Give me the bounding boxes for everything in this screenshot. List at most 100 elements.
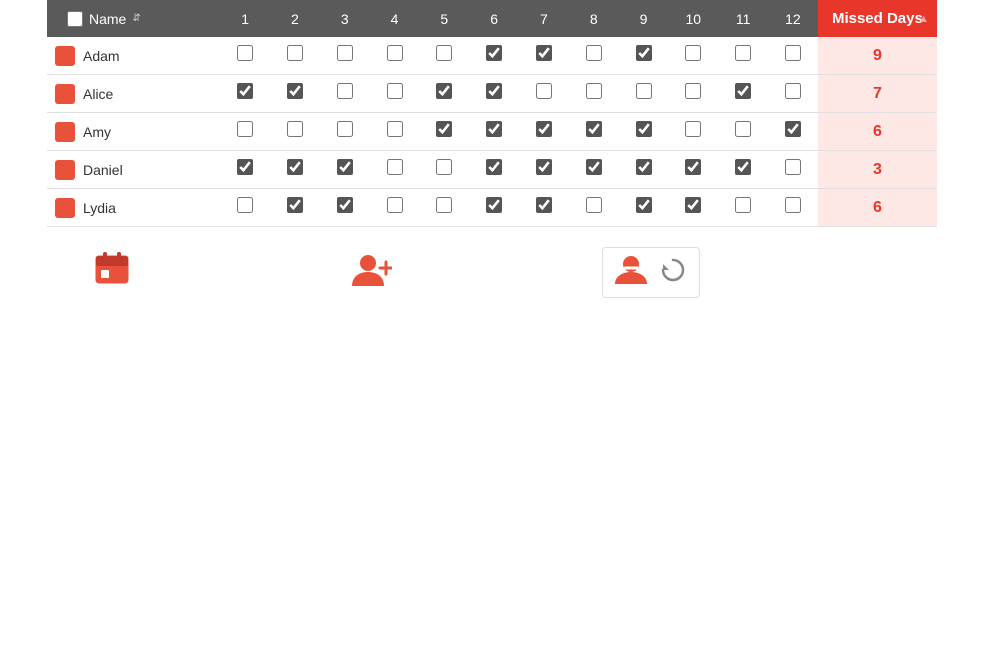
- check-cell-col9[interactable]: [619, 113, 669, 151]
- check-cell-col11[interactable]: [718, 151, 768, 189]
- missed-sort-icon[interactable]: ▲: [918, 13, 929, 25]
- checkbox-daniel-col2[interactable]: [287, 159, 303, 175]
- checkbox-lydia-col1[interactable]: [237, 197, 253, 213]
- check-cell-col4[interactable]: [370, 75, 420, 113]
- check-cell-col12[interactable]: [768, 75, 818, 113]
- checkbox-amy-col10[interactable]: [685, 121, 701, 137]
- check-cell-col3[interactable]: [320, 151, 370, 189]
- check-cell-col1[interactable]: [220, 75, 270, 113]
- checkbox-alice-col11[interactable]: [735, 83, 751, 99]
- check-cell-col6[interactable]: [469, 37, 519, 75]
- checkbox-adam-col7[interactable]: [536, 45, 552, 61]
- check-cell-col12[interactable]: [768, 37, 818, 75]
- add-user-button[interactable]: [337, 242, 407, 302]
- checkbox-daniel-col8[interactable]: [586, 159, 602, 175]
- check-cell-col10[interactable]: [668, 151, 718, 189]
- checkbox-amy-col8[interactable]: [586, 121, 602, 137]
- check-cell-col9[interactable]: [619, 75, 669, 113]
- checkbox-amy-col9[interactable]: [636, 121, 652, 137]
- checkbox-lydia-col6[interactable]: [486, 197, 502, 213]
- checkbox-adam-col11[interactable]: [735, 45, 751, 61]
- check-cell-col11[interactable]: [718, 75, 768, 113]
- check-cell-col11[interactable]: [718, 37, 768, 75]
- checkbox-daniel-col6[interactable]: [486, 159, 502, 175]
- check-cell-col12[interactable]: [768, 151, 818, 189]
- checkbox-amy-col4[interactable]: [387, 121, 403, 137]
- check-cell-col3[interactable]: [320, 113, 370, 151]
- checkbox-alice-col5[interactable]: [436, 83, 452, 99]
- checkbox-amy-col3[interactable]: [337, 121, 353, 137]
- check-cell-col7[interactable]: [519, 113, 569, 151]
- calendar-button[interactable]: [77, 242, 147, 302]
- check-cell-col3[interactable]: [320, 189, 370, 227]
- checkbox-lydia-col9[interactable]: [636, 197, 652, 213]
- checkbox-amy-col11[interactable]: [735, 121, 751, 137]
- check-cell-col8[interactable]: [569, 75, 619, 113]
- check-cell-col1[interactable]: [220, 37, 270, 75]
- check-cell-col5[interactable]: [419, 113, 469, 151]
- checkbox-amy-col12[interactable]: [785, 121, 801, 137]
- check-cell-col5[interactable]: [419, 37, 469, 75]
- checkbox-alice-col2[interactable]: [287, 83, 303, 99]
- checkbox-adam-col10[interactable]: [685, 45, 701, 61]
- checkbox-daniel-col5[interactable]: [436, 159, 452, 175]
- check-cell-col10[interactable]: [668, 189, 718, 227]
- name-sort-icon[interactable]: ⇵: [132, 14, 140, 24]
- checkbox-alice-col9[interactable]: [636, 83, 652, 99]
- check-cell-col8[interactable]: [569, 151, 619, 189]
- checkbox-daniel-col12[interactable]: [785, 159, 801, 175]
- check-cell-col2[interactable]: [270, 75, 320, 113]
- checkbox-alice-col3[interactable]: [337, 83, 353, 99]
- check-cell-col11[interactable]: [718, 113, 768, 151]
- check-cell-col10[interactable]: [668, 37, 718, 75]
- check-cell-col4[interactable]: [370, 113, 420, 151]
- checkbox-daniel-col7[interactable]: [536, 159, 552, 175]
- check-cell-col9[interactable]: [619, 151, 669, 189]
- checkbox-lydia-col5[interactable]: [436, 197, 452, 213]
- check-cell-col11[interactable]: [718, 189, 768, 227]
- check-cell-col5[interactable]: [419, 151, 469, 189]
- check-cell-col9[interactable]: [619, 189, 669, 227]
- check-cell-col8[interactable]: [569, 189, 619, 227]
- check-cell-col3[interactable]: [320, 75, 370, 113]
- check-cell-col10[interactable]: [668, 75, 718, 113]
- checkbox-lydia-col8[interactable]: [586, 197, 602, 213]
- check-cell-col2[interactable]: [270, 113, 320, 151]
- checkbox-alice-col8[interactable]: [586, 83, 602, 99]
- checkbox-adam-col3[interactable]: [337, 45, 353, 61]
- checkbox-alice-col1[interactable]: [237, 83, 253, 99]
- checkbox-amy-col7[interactable]: [536, 121, 552, 137]
- check-cell-col2[interactable]: [270, 151, 320, 189]
- check-cell-col6[interactable]: [469, 189, 519, 227]
- checkbox-adam-col12[interactable]: [785, 45, 801, 61]
- checkbox-lydia-col4[interactable]: [387, 197, 403, 213]
- checkbox-lydia-col3[interactable]: [337, 197, 353, 213]
- checkbox-amy-col1[interactable]: [237, 121, 253, 137]
- check-cell-col4[interactable]: [370, 189, 420, 227]
- check-cell-col3[interactable]: [320, 37, 370, 75]
- checkbox-amy-col5[interactable]: [436, 121, 452, 137]
- checkbox-alice-col7[interactable]: [536, 83, 552, 99]
- checkbox-adam-col6[interactable]: [486, 45, 502, 61]
- checkbox-adam-col9[interactable]: [636, 45, 652, 61]
- checkbox-lydia-col11[interactable]: [735, 197, 751, 213]
- checkbox-daniel-col9[interactable]: [636, 159, 652, 175]
- check-cell-col8[interactable]: [569, 37, 619, 75]
- checkbox-alice-col4[interactable]: [387, 83, 403, 99]
- checkbox-lydia-col10[interactable]: [685, 197, 701, 213]
- check-cell-col7[interactable]: [519, 151, 569, 189]
- check-cell-col7[interactable]: [519, 37, 569, 75]
- checkbox-adam-col1[interactable]: [237, 45, 253, 61]
- check-cell-col10[interactable]: [668, 113, 718, 151]
- check-cell-col9[interactable]: [619, 37, 669, 75]
- check-cell-col5[interactable]: [419, 75, 469, 113]
- check-cell-col7[interactable]: [519, 75, 569, 113]
- check-cell-col8[interactable]: [569, 113, 619, 151]
- checkbox-alice-col12[interactable]: [785, 83, 801, 99]
- checkbox-lydia-col2[interactable]: [287, 197, 303, 213]
- checkbox-alice-col6[interactable]: [486, 83, 502, 99]
- checkbox-adam-col5[interactable]: [436, 45, 452, 61]
- checkbox-daniel-col3[interactable]: [337, 159, 353, 175]
- check-cell-col5[interactable]: [419, 189, 469, 227]
- checkbox-daniel-col10[interactable]: [685, 159, 701, 175]
